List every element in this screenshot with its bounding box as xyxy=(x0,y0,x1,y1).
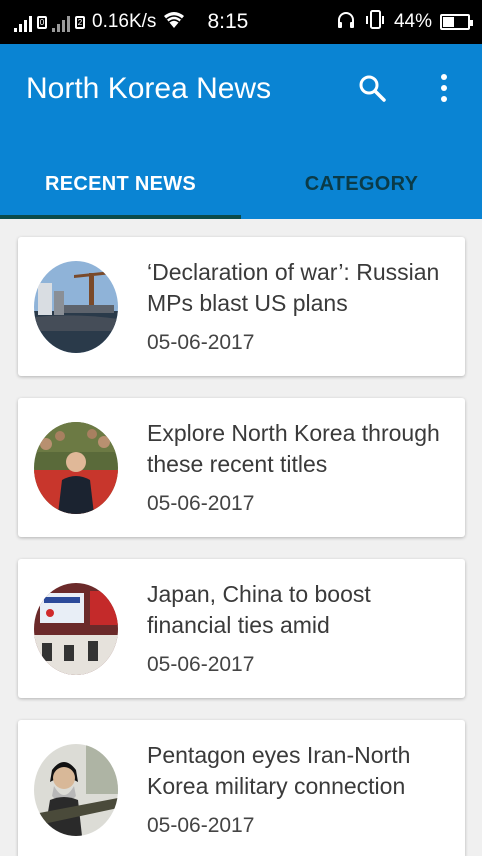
tab-category[interactable]: CATEGORY xyxy=(241,149,482,219)
app-title: North Korea News xyxy=(26,72,272,105)
headphones-icon xyxy=(336,10,356,35)
signal-strength-2-icon xyxy=(52,12,70,32)
app-bar: North Korea News RECENT NEWS CATEGORY xyxy=(0,44,482,219)
tab-recent-news[interactable]: RECENT NEWS xyxy=(0,149,241,219)
sim1-icon: 0 xyxy=(37,15,47,29)
sim2-icon: 2 xyxy=(75,15,85,29)
more-options-button[interactable] xyxy=(424,68,464,108)
news-date: 05-06-2017 xyxy=(147,492,255,515)
news-card[interactable]: Pentagon eyes Iran-North Korea military … xyxy=(18,720,465,856)
tab-bar: RECENT NEWS CATEGORY xyxy=(0,149,482,219)
battery-icon xyxy=(440,14,473,30)
news-date: 05-06-2017 xyxy=(147,814,255,837)
search-icon xyxy=(359,75,386,102)
news-thumbnail xyxy=(34,744,118,836)
news-date: 05-06-2017 xyxy=(147,653,255,676)
news-title: Japan, China to boost financial ties ami… xyxy=(147,581,371,638)
vibrate-icon xyxy=(364,9,386,36)
status-bar: 0 2 0.16K/s 8:15 44% xyxy=(0,0,482,44)
battery-level-fill xyxy=(443,17,454,27)
search-button[interactable] xyxy=(352,68,392,108)
network-speed: 0.16K/s xyxy=(92,11,157,32)
news-card[interactable]: Japan, China to boost financial ties ami… xyxy=(18,559,465,698)
news-list: ‘Declaration of war’: Russian MPs blast … xyxy=(18,237,465,856)
news-title: Explore North Korea through these recent… xyxy=(147,420,440,477)
news-date: 05-06-2017 xyxy=(147,331,255,354)
tab-indicator xyxy=(0,215,241,219)
news-thumbnail xyxy=(34,422,118,514)
news-card[interactable]: ‘Declaration of war’: Russian MPs blast … xyxy=(18,237,465,376)
news-thumbnail xyxy=(34,583,118,675)
more-vert-icon xyxy=(441,74,447,102)
clock: 8:15 xyxy=(207,10,249,33)
news-card[interactable]: Explore North Korea through these recent… xyxy=(18,398,465,537)
news-title: ‘Declaration of war’: Russian MPs blast … xyxy=(147,259,440,316)
signal-strength-icon xyxy=(14,12,32,32)
news-title: Pentagon eyes Iran-North Korea military … xyxy=(147,742,411,799)
battery-percent: 44% xyxy=(393,11,432,32)
wifi-icon xyxy=(162,10,186,35)
news-thumbnail xyxy=(34,261,118,353)
